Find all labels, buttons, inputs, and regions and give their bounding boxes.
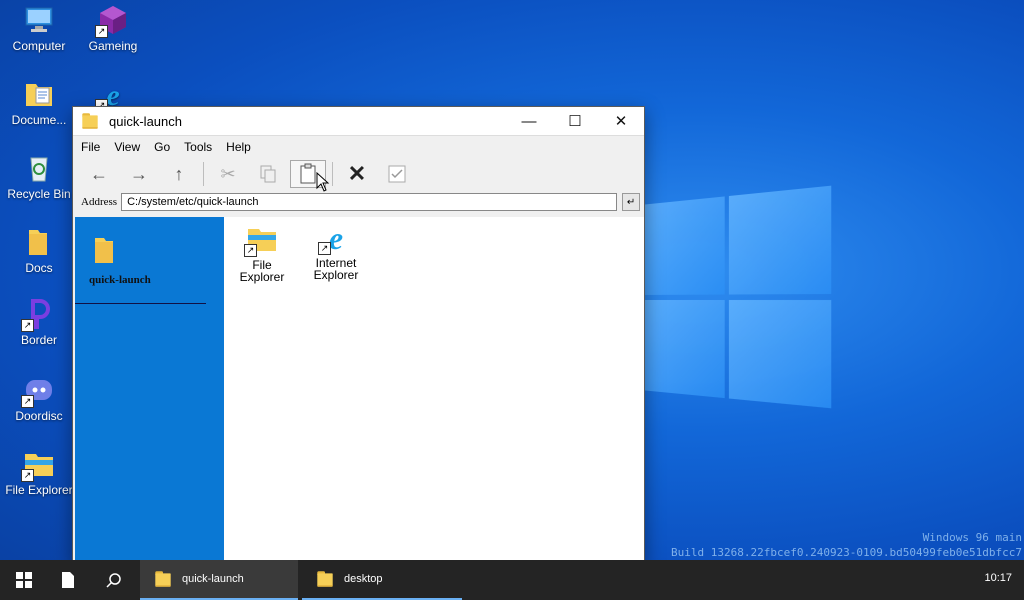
watermark-line1: Windows 96 main: [922, 531, 1022, 544]
desktop-icon-border[interactable]: ↗ Border: [2, 298, 76, 347]
back-button[interactable]: ←: [81, 160, 117, 188]
file-list: ↗ File Explorer e ↗ Internet Explorer: [224, 217, 644, 563]
arrow-right-icon: →: [130, 163, 148, 184]
border-app-icon: ↗: [21, 298, 55, 332]
windows-logo-wallpaper: [640, 185, 838, 415]
forward-button[interactable]: →: [121, 160, 157, 188]
shortcut-arrow-icon: ↗: [21, 395, 34, 408]
gaming-cube-icon: ↗: [95, 4, 129, 38]
menu-go[interactable]: Go: [154, 140, 170, 154]
taskbar-item-quick-launch[interactable]: quick-launch: [140, 560, 298, 600]
mouse-cursor-icon: [316, 172, 330, 192]
address-input[interactable]: C:/system/etc/quick-launch: [121, 193, 618, 211]
close-button[interactable]: ✕: [598, 107, 644, 135]
shortcut-arrow-icon: ↗: [95, 25, 108, 38]
address-label: Address: [81, 196, 118, 208]
left-pane: quick-launch: [75, 217, 224, 563]
toolbar: ← → ↑ ✂ ✕: [73, 158, 644, 190]
folder-icon: [23, 226, 55, 258]
desktop-icon-docs[interactable]: Docs: [2, 226, 76, 275]
taskbar: quick-launch desktop 10:17: [0, 560, 1024, 600]
doordisc-icon: ↗: [21, 374, 55, 408]
desktop-icon-computer[interactable]: Computer: [2, 4, 76, 53]
window-title: quick-launch: [109, 113, 182, 129]
shortcut-arrow-icon: ↗: [21, 319, 34, 332]
menu-bar: File View Go Tools Help: [73, 135, 644, 158]
checkbox-icon: [388, 165, 406, 183]
folder-icon: [316, 571, 334, 587]
menu-tools[interactable]: Tools: [184, 140, 212, 154]
copy-icon: [260, 165, 276, 183]
desktop-icon-documents[interactable]: Docume...: [2, 78, 76, 127]
arrow-left-icon: ←: [90, 163, 108, 184]
clipboard-icon: [300, 163, 316, 184]
svg-text:e: e: [329, 221, 343, 253]
copy-button[interactable]: [250, 160, 286, 188]
watermark-line2: Build 13268.22fbcef0.240923-0109.bd50499…: [671, 546, 1022, 559]
folder-icon: [91, 235, 119, 270]
desktop-icon-doordisc[interactable]: ↗ Doordisc: [2, 374, 76, 423]
go-button[interactable]: ↵: [622, 193, 641, 211]
desktop-icon-recycle-bin[interactable]: Recycle Bin: [2, 152, 76, 201]
documents-icon: [23, 78, 55, 110]
clock[interactable]: 10:17: [984, 572, 1012, 584]
start-button[interactable]: [0, 560, 48, 600]
desktop-icon-file-explorer[interactable]: ↗ File Explorer: [2, 448, 76, 497]
toolbar-separator: [332, 162, 333, 186]
folder-icon: [81, 113, 99, 129]
left-pane-divider: [75, 303, 206, 304]
file-item-file-explorer[interactable]: ↗ File Explorer: [227, 223, 297, 283]
folder-icon: [154, 571, 172, 587]
taskbar-document-button[interactable]: [48, 560, 88, 600]
enter-arrow-icon: ↵: [626, 196, 636, 208]
up-button[interactable]: ↑: [161, 160, 197, 188]
windows-start-icon: [16, 572, 32, 588]
menu-view[interactable]: View: [114, 140, 140, 154]
scissors-icon: ✂: [220, 163, 236, 184]
properties-button[interactable]: [379, 160, 415, 188]
maximize-button[interactable]: ☐: [552, 107, 598, 135]
file-explorer-icon: ↗: [244, 223, 278, 257]
internet-explorer-icon: e ↗: [318, 220, 352, 256]
cut-button[interactable]: ✂: [210, 160, 246, 188]
computer-icon: [23, 4, 55, 36]
x-delete-icon: ✕: [347, 161, 367, 186]
taskbar-item-desktop[interactable]: desktop: [302, 560, 462, 600]
toolbar-separator: [203, 162, 204, 186]
shortcut-arrow-icon: ↗: [21, 469, 34, 482]
menu-help[interactable]: Help: [226, 140, 251, 154]
left-pane-folder-name: quick-launch: [89, 274, 151, 286]
recycle-bin-icon: [23, 152, 55, 184]
shortcut-arrow-icon: ↗: [318, 242, 331, 255]
arrow-up-icon: ↑: [174, 163, 184, 184]
menu-file[interactable]: File: [81, 140, 100, 154]
explorer-window: quick-launch — ☐ ✕ File View Go Tools He…: [72, 106, 645, 564]
document-icon: [62, 572, 74, 588]
file-explorer-icon: ↗: [21, 448, 55, 482]
delete-button[interactable]: ✕: [339, 160, 375, 188]
title-bar[interactable]: quick-launch — ☐ ✕: [73, 107, 644, 135]
search-button[interactable]: [94, 560, 134, 600]
content-area: quick-launch ↗ File Explorer e ↗ Interne…: [75, 217, 644, 563]
file-item-internet-explorer[interactable]: e ↗ Internet Explorer: [301, 220, 371, 281]
minimize-button[interactable]: —: [506, 107, 552, 135]
address-bar: Address C:/system/etc/quick-launch ↵: [73, 190, 644, 214]
desktop-icon-gameing[interactable]: ↗ Gameing: [76, 4, 150, 53]
search-icon: [106, 573, 121, 588]
shortcut-arrow-icon: ↗: [244, 244, 257, 257]
